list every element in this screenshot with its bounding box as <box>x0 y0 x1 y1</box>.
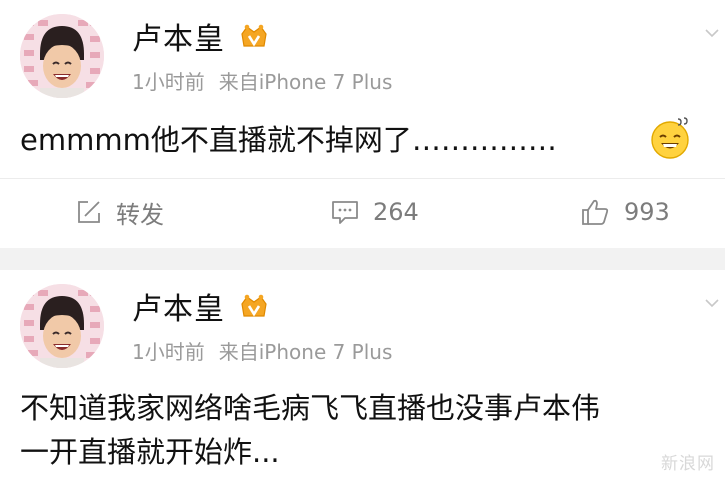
comment-button[interactable]: 264 <box>331 192 419 232</box>
chevron-down-icon[interactable] <box>705 26 719 40</box>
feed-separator <box>0 248 725 270</box>
like-count: 993 <box>624 198 670 226</box>
post-source: 来自iPhone 7 Plus <box>218 340 393 364</box>
chevron-down-icon[interactable] <box>705 296 719 310</box>
post-content: emmmm他不直播就不掉网了…………… <box>20 123 557 157</box>
post-source: 来自iPhone 7 Plus <box>218 70 393 94</box>
vip-crown-icon[interactable] <box>238 292 270 322</box>
avatar[interactable] <box>20 14 104 98</box>
post-content: 不知道我家网络啥毛病飞飞直播也没事卢本伟 一开直播就开始炸... <box>20 386 725 474</box>
thumbs-up-icon <box>582 199 609 225</box>
post-time: 1小时前 <box>132 70 205 94</box>
avatar-image <box>20 284 104 368</box>
post-content-line: 不知道我家网络啥毛病飞飞直播也没事卢本伟 <box>20 391 601 425</box>
repost-label: 转发 <box>116 200 164 229</box>
post-card-1: 卢本皇 1小时前 来自iPhone 7 Plus emmmm他不直播就不掉网了……… <box>0 0 725 248</box>
username[interactable]: 卢本皇 <box>132 284 225 328</box>
watermark-logo: 新浪网 <box>661 454 715 474</box>
post-content-line: 一开直播就开始炸... <box>20 435 280 469</box>
like-button[interactable]: 993 <box>580 192 670 232</box>
post-time: 1小时前 <box>132 340 205 364</box>
post-meta: 1小时前 来自iPhone 7 Plus <box>132 66 392 95</box>
divider <box>0 178 725 179</box>
post-card-2: 卢本皇 1小时前 来自iPhone 7 Plus 不知道我家网络啥毛病飞飞直播也没… <box>0 270 725 492</box>
username[interactable]: 卢本皇 <box>132 14 225 58</box>
comment-count: 264 <box>373 198 419 226</box>
avatar-image <box>20 14 104 98</box>
avatar[interactable] <box>20 284 104 368</box>
comment-icon <box>332 201 358 224</box>
vip-crown-icon[interactable] <box>238 22 270 52</box>
sweat-smile-emoji-icon <box>651 117 689 159</box>
repost-icon <box>78 201 100 223</box>
repost-button[interactable]: 转发 <box>76 192 164 232</box>
post-meta: 1小时前 来自iPhone 7 Plus <box>132 336 392 365</box>
